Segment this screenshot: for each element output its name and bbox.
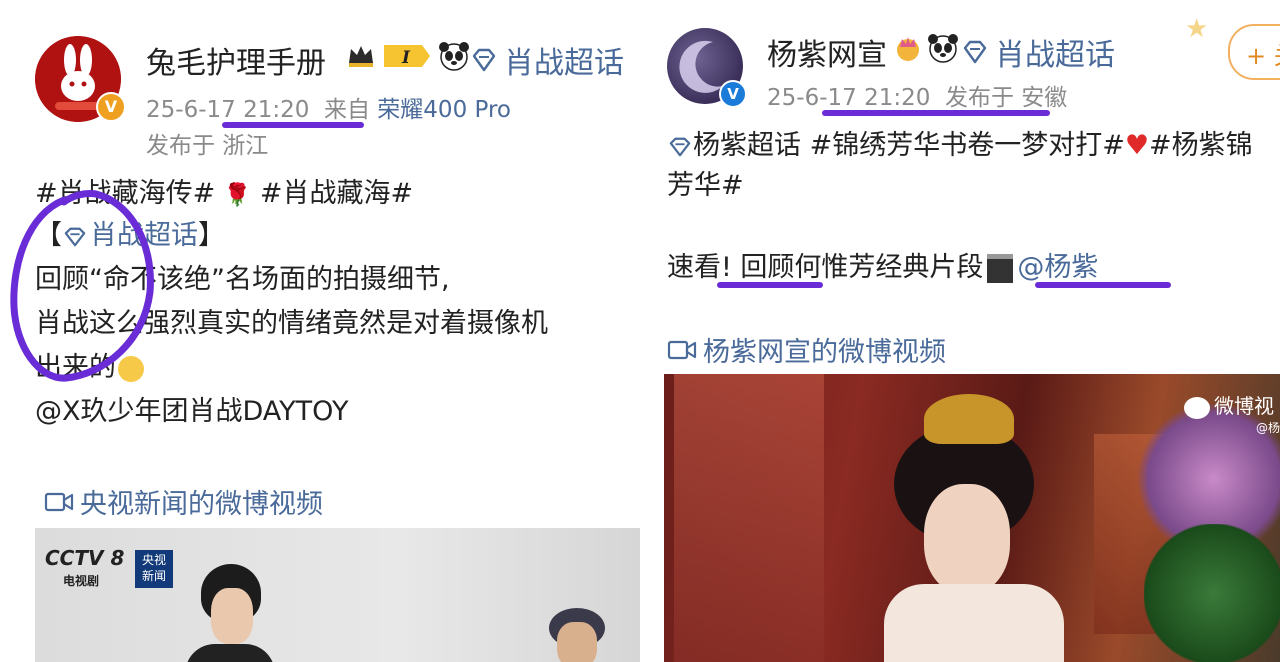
weibo-watermark: 微博视 @杨 (1184, 390, 1280, 436)
video-link-label: 央视新闻的微博视频 (80, 489, 323, 520)
follow-button[interactable]: + 关 (1228, 24, 1280, 80)
diamond-icon (472, 48, 496, 72)
tag-line-1: 杨紫超话 #锦绣芳华书卷一梦对打#♥#杨紫锦 (667, 130, 1253, 161)
right-author-name[interactable]: 杨紫网宣 (767, 30, 887, 74)
weibo-icon (1184, 396, 1210, 419)
watermark-text: 微博视 (1214, 394, 1274, 418)
hashtag-link[interactable]: #肖战藏海# (260, 178, 413, 209)
channel-name: CCTV 8 (45, 546, 125, 570)
diamond-icon (669, 137, 691, 156)
video-camera-icon (44, 492, 74, 511)
video-link-label: 杨紫网宣的微博视频 (703, 337, 946, 368)
annotation-underline (822, 110, 1050, 116)
channel-sub: 电视剧 (63, 574, 100, 588)
device-name[interactable]: 荣耀400 Pro (377, 97, 511, 123)
annotation-circle (10, 190, 154, 382)
person-figure (185, 564, 275, 662)
video-link[interactable]: 杨紫网宣的微博视频 (667, 330, 946, 369)
svg-text:I: I (401, 48, 411, 68)
background-figure (674, 374, 824, 662)
left-post: V 兔毛护理手册 I 肖战超话 25-6-17 21:20 来自 荣耀400 P… (0, 0, 650, 662)
hashtag-link[interactable]: #杨紫锦 (1149, 130, 1253, 161)
level-badge-icon: I (384, 45, 430, 68)
right-super-topic[interactable]: 肖战超话 (961, 30, 1115, 74)
diamond-icon (963, 40, 987, 64)
video-camera-icon (667, 340, 697, 359)
video-link[interactable]: 央视新闻的微博视频 (44, 482, 323, 521)
heart-icon: ♥ (1124, 130, 1150, 161)
annotation-underline (717, 282, 823, 288)
mention-link[interactable]: @杨紫 (1017, 252, 1098, 283)
verified-icon: V (719, 80, 747, 108)
super-topic-label: 肖战超话 (995, 38, 1115, 73)
crown-badge-icon (897, 37, 919, 61)
bracket-close: 】 (198, 220, 225, 251)
follow-label: + 关 (1246, 42, 1280, 70)
left-badges: I (346, 40, 470, 72)
watermark-sub: @杨 (1256, 421, 1280, 435)
panda-icon (439, 42, 469, 71)
right-meta-row: 25-6-17 21:20 发布于 安徽 (767, 78, 1067, 112)
clapper-icon (987, 254, 1014, 283)
mention-link[interactable]: @X玖少年团肖战DAYTOY (35, 396, 348, 427)
left-author-name[interactable]: 兔毛护理手册 (146, 38, 326, 82)
video-thumbnail[interactable]: 微博视 @杨 (664, 374, 1280, 662)
post-body-text: 速看! 回顾何惟芳经典片段 (667, 252, 984, 283)
post-time: 25-6-17 21:20 (767, 85, 931, 111)
video-thumbnail[interactable]: CCTV 8 电视剧 央视 新闻 (35, 528, 640, 662)
post-location: 发布于 安徽 (944, 85, 1068, 111)
post-time: 25-6-17 21:20 (146, 97, 310, 123)
verified-icon: V (96, 92, 126, 122)
super-topic-label: 肖战超话 (504, 46, 624, 81)
person-figure (543, 608, 613, 662)
right-post: V 杨紫网宣 肖战超话 + 关 ★ 25-6-17 21:20 发布于 安徽 (655, 0, 1280, 662)
left-meta-row: 25-6-17 21:20 来自 荣耀400 Pro (146, 90, 511, 124)
post-location: 发布于 浙江 (146, 133, 269, 159)
leaf-decor (1144, 524, 1280, 662)
cctv8-logo: CCTV 8 电视剧 (45, 546, 124, 589)
topic-links[interactable]: 杨紫超话 #锦绣芳华书卷一梦对打# (693, 130, 1125, 161)
crown-badge-icon (349, 46, 373, 67)
right-body-row: 速看! 回顾何惟芳经典片段 @杨紫 (667, 252, 1098, 283)
source-prefix: 来自 (323, 97, 370, 123)
rose-icon: 🌹 (223, 183, 252, 208)
annotation-underline (1035, 282, 1171, 288)
news-tag: 央视 新闻 (135, 550, 173, 588)
decor-star-icon: ★ (1185, 14, 1209, 44)
right-badges (893, 32, 959, 64)
panda-icon (928, 34, 958, 63)
tag-line-2[interactable]: 芳华# (667, 170, 744, 201)
person-figure (864, 384, 1064, 662)
left-super-topic[interactable]: 肖战超话 (470, 38, 624, 82)
